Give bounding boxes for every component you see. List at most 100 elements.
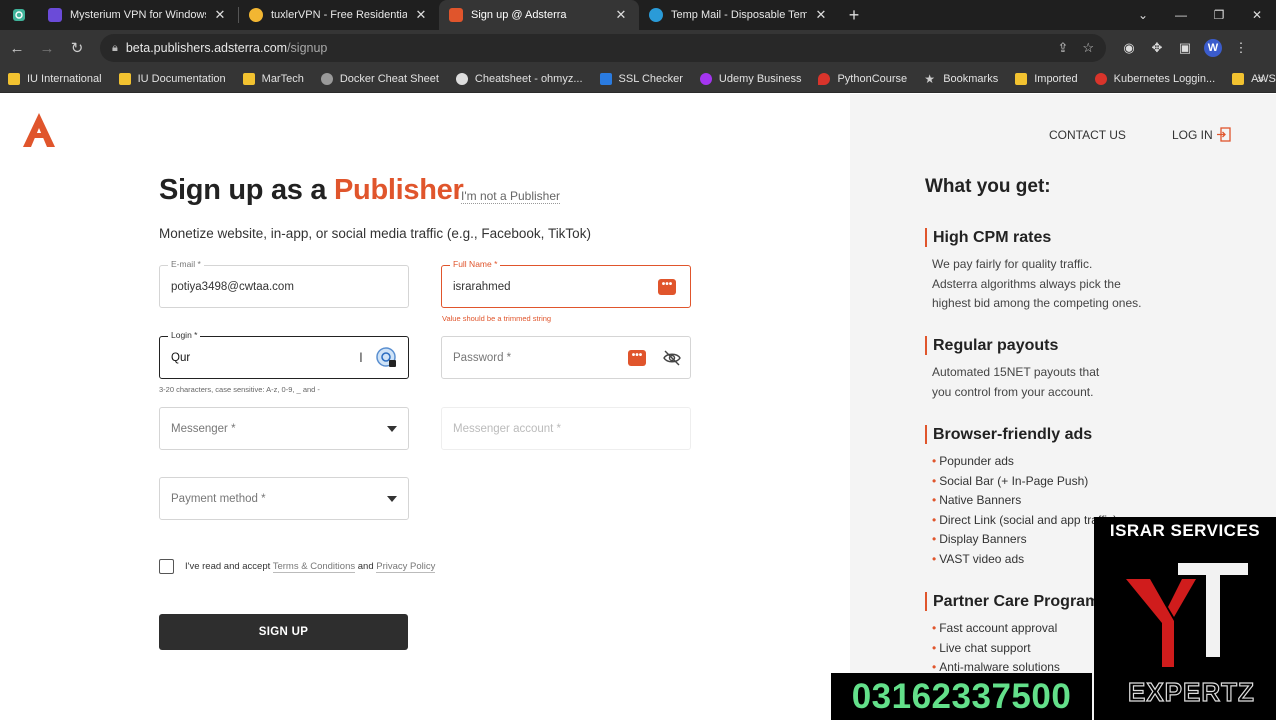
share-icon[interactable]: ⇪ xyxy=(1057,40,1068,56)
bookmark-item[interactable]: Imported xyxy=(1015,73,1078,85)
list-item: Display Banners xyxy=(932,530,1117,550)
bookmark-item[interactable]: PythonCourse xyxy=(818,73,907,85)
bookmark-item[interactable]: Udemy Business xyxy=(699,73,801,85)
tab-favicon xyxy=(249,8,263,22)
privacy-link[interactable]: Privacy Policy xyxy=(376,561,436,573)
browser-tab[interactable]: Mysterium VPN for Windows ✕ xyxy=(38,0,238,30)
tab-list-chevron-icon[interactable]: ⌄ xyxy=(1124,0,1162,30)
bookmark-label: PythonCourse xyxy=(837,73,908,85)
bookmark-label: IU Documentation xyxy=(137,73,226,85)
extensions-area: ◉ ✥ ▣ W ⋮ xyxy=(1120,39,1250,57)
benefit-line: Automated 15NET payouts that xyxy=(932,365,1100,379)
payment-method-placeholder: Payment method * xyxy=(171,493,266,505)
bookmark-item[interactable]: Cheatsheet - ohmyz... xyxy=(455,73,583,85)
more-bookmarks-icon[interactable]: » xyxy=(1257,72,1264,86)
bookmark-label: Bookmarks xyxy=(943,73,999,85)
lock-icon[interactable]: 🔒︎ xyxy=(112,42,118,55)
eye-off-icon[interactable] xyxy=(662,349,682,367)
channel-name: ISRAR SERVICES xyxy=(1109,521,1261,540)
bookmark-item[interactable]: Docker Cheat Sheet xyxy=(320,73,439,85)
close-tab-icon[interactable]: ✕ xyxy=(613,7,629,23)
restore-icon[interactable]: ❐ xyxy=(1200,0,1238,30)
adsterra-logo-icon[interactable] xyxy=(22,112,56,148)
bookmark-label: MarTech xyxy=(261,73,304,85)
benefits-title: What you get: xyxy=(925,176,1051,197)
bookmark-label: Kubernetes Loggin... xyxy=(1113,73,1216,85)
tab-favicon xyxy=(48,8,62,22)
browser-tab[interactable]: Temp Mail - Disposable Temporary ✕ xyxy=(639,0,839,30)
menu-kebab-icon[interactable]: ⋮ xyxy=(1232,39,1250,57)
login-label: Login * xyxy=(168,330,201,340)
url-input[interactable]: 🔒︎ beta.publishers.adsterra.com/signup ⇪… xyxy=(100,34,1106,62)
bookmark-item[interactable]: Kubernetes Loggin... xyxy=(1094,73,1216,85)
reload-icon[interactable]: ↻ xyxy=(64,35,90,61)
bookmark-label: Imported xyxy=(1034,73,1078,85)
signup-button[interactable]: SIGN UP xyxy=(159,614,408,650)
bookmark-item[interactable]: IU International xyxy=(8,73,102,85)
bookmark-star-icon[interactable]: ☆ xyxy=(1082,40,1094,56)
bookmark-item[interactable]: MarTech xyxy=(242,73,304,85)
login-field[interactable]: Login * Qur I xyxy=(159,330,409,379)
benefit-payouts-text: Automated 15NET payouts that you control… xyxy=(932,363,1099,402)
benefit-payouts-title: Regular payouts xyxy=(925,336,1058,355)
terms-checkbox[interactable] xyxy=(159,559,174,574)
terms-text: I've read and accept Terms & Conditions … xyxy=(185,561,436,573)
email-field[interactable]: E-mail * potiya3498@cwtaa.com xyxy=(159,259,409,308)
close-tab-icon[interactable]: ✕ xyxy=(413,7,429,23)
terms-link[interactable]: Terms & Conditions xyxy=(272,561,356,573)
expertz-text: EXPERTZ xyxy=(1127,676,1255,707)
forward-arrow-icon[interactable]: → xyxy=(34,35,60,61)
benefit-care-title: Partner Care Program xyxy=(925,592,1099,611)
list-item: Native Banners xyxy=(932,491,1117,511)
url-host: beta.publishers.adsterra.com xyxy=(125,41,288,55)
browser-tab-active[interactable]: Sign up @ Adsterra ✕ xyxy=(439,0,639,30)
benefit-care-list: Fast account approval Live chat support … xyxy=(932,619,1060,678)
new-tab-icon[interactable]: + xyxy=(839,0,869,30)
tab-favicon xyxy=(649,8,663,22)
extensions-puzzle-icon[interactable]: ✥ xyxy=(1148,39,1166,57)
login-arrow-icon[interactable] xyxy=(1216,127,1231,142)
bookmark-item[interactable]: SSL Checker xyxy=(599,73,683,85)
tab-search-icon[interactable] xyxy=(0,0,38,30)
password-manager-icon[interactable]: ••• xyxy=(658,279,676,295)
back-arrow-icon[interactable]: ← xyxy=(4,35,30,61)
login-link[interactable]: LOG IN xyxy=(1172,128,1213,142)
benefit-line: highest bid among the competing ones. xyxy=(932,296,1142,310)
messenger-select[interactable]: Messenger * xyxy=(159,407,409,450)
not-publisher-link[interactable]: I'm not a Publisher xyxy=(461,189,561,204)
folder-icon xyxy=(1015,73,1028,85)
password-field[interactable]: Password * ••• xyxy=(441,336,691,379)
bookmark-item[interactable]: IU Documentation xyxy=(118,73,226,85)
terms-prefix: I've read and accept xyxy=(185,561,271,572)
github-icon xyxy=(455,73,468,85)
chevron-down-icon xyxy=(387,496,397,502)
login-value: Qur xyxy=(171,352,191,364)
sidebar-icon[interactable]: ▣ xyxy=(1176,39,1194,57)
tab-title: tuxlerVPN - Free Residential VPN xyxy=(271,9,407,21)
bookmark-item[interactable]: AWS Resources xyxy=(1232,73,1276,85)
password-manager-lock-icon[interactable] xyxy=(376,347,398,369)
close-tab-icon[interactable]: ✕ xyxy=(212,7,228,23)
page-title: Sign up as a Publisher xyxy=(159,174,464,207)
folder-icon xyxy=(1232,73,1245,85)
list-item: Live chat support xyxy=(932,639,1060,659)
browser-tab[interactable]: tuxlerVPN - Free Residential VPN ✕ xyxy=(239,0,439,30)
profile-avatar-icon[interactable]: W xyxy=(1204,39,1222,57)
title-prefix: Sign up as a xyxy=(159,174,327,206)
close-window-icon[interactable]: ✕ xyxy=(1238,0,1276,30)
browser-tab-bar: Mysterium VPN for Windows ✕ tuxlerVPN - … xyxy=(0,0,1276,30)
messenger-account-field[interactable]: Messenger account * xyxy=(441,407,691,450)
folder-icon xyxy=(8,73,20,85)
full-name-field[interactable]: Full Name * israrahmed ••• xyxy=(441,259,691,308)
vpn-extension-icon[interactable]: ◉ xyxy=(1120,39,1138,57)
contact-us-link[interactable]: CONTACT US xyxy=(1049,128,1126,142)
list-item: Social Bar (+ In-Page Push) xyxy=(932,472,1117,492)
channel-watermark: ISRAR SERVICES EXPERTZ xyxy=(1094,517,1276,720)
close-tab-icon[interactable]: ✕ xyxy=(813,7,829,23)
payment-method-select[interactable]: Payment method * xyxy=(159,477,409,520)
bookmark-item[interactable]: ★ Bookmarks xyxy=(924,73,998,85)
minimize-icon[interactable]: — xyxy=(1162,0,1200,30)
full-name-value: israrahmed xyxy=(453,281,511,293)
password-manager-icon[interactable]: ••• xyxy=(628,350,646,366)
full-name-error: Value should be a trimmed string xyxy=(442,314,552,323)
